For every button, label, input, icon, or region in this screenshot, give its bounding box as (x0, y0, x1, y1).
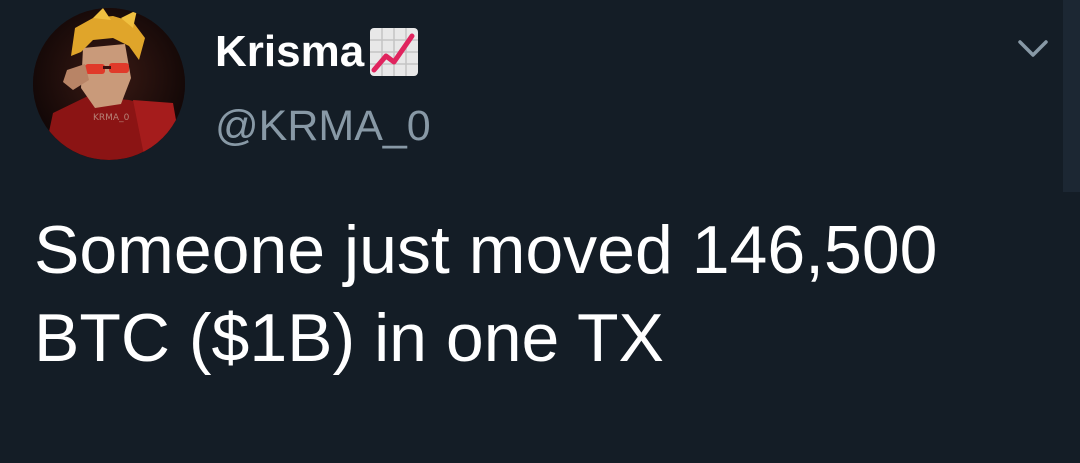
chevron-down-icon[interactable] (1017, 38, 1049, 60)
tweet-card[interactable]: KRMA_0 Krisma @KRMA_0 Someone just moved… (0, 0, 1080, 463)
avatar-watermark: KRMA_0 (93, 113, 130, 123)
avatar[interactable]: KRMA_0 (33, 8, 185, 160)
chart-increasing-emoji (370, 28, 419, 76)
display-name[interactable]: Krisma (215, 24, 364, 80)
tweet-text: Someone just moved 146,500 BTC ($1B) in … (34, 212, 938, 376)
scrollbar[interactable] (1063, 0, 1080, 192)
avatar-image: KRMA_0 (33, 8, 185, 160)
display-name-row[interactable]: Krisma (215, 24, 420, 80)
user-handle[interactable]: @KRMA_0 (215, 98, 431, 154)
